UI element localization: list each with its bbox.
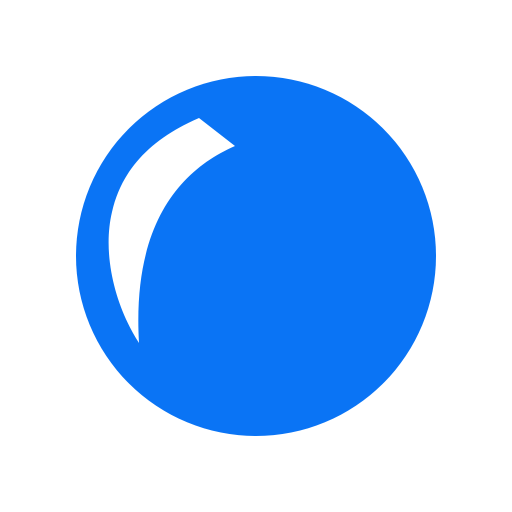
blue-sphere-icon — [76, 76, 436, 436]
icon-canvas — [0, 0, 512, 512]
